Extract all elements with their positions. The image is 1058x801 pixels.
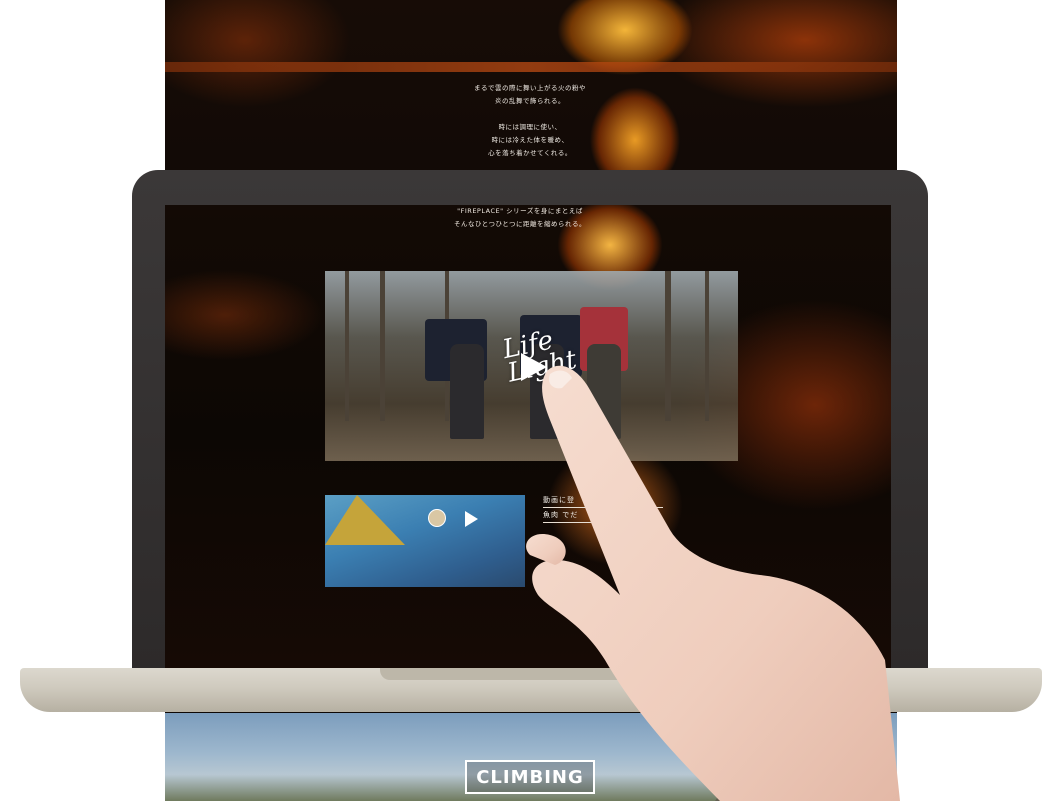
page-copy-line: 心を落ち着かせてくれる。: [488, 149, 572, 157]
page-copy: まるで雲の際に舞い上がる火の粉や 炎の乱舞で飾られる。 時には調理に使い、 時に…: [365, 82, 695, 160]
page-copy-line: [365, 108, 695, 121]
tree: [380, 271, 385, 421]
screen-copy: "FIREPLACE" シリーズを身にまとえば そんなひとつひとつに距離を縮めら…: [390, 205, 650, 231]
tree: [345, 271, 349, 421]
screen-copy-line: "FIREPLACE" シリーズを身にまとえば: [457, 207, 583, 215]
tent: [325, 495, 405, 545]
page-copy-line: 炎の乱舞で飾られる。: [495, 97, 565, 105]
climber: [450, 344, 484, 439]
page-copy-line: 時には冷えた体を暖め、: [491, 136, 569, 144]
avatar: [428, 509, 446, 527]
play-icon[interactable]: [465, 511, 478, 527]
ember-band: [165, 62, 897, 72]
page-copy-line: 時には調理に使い、: [498, 123, 562, 131]
screen-copy-line: そんなひとつひとつに距離を縮められる。: [453, 220, 587, 228]
page-copy-line: まるで雲の際に舞い上がる火の粉や: [474, 84, 586, 92]
hand-pointer: [526, 365, 900, 801]
video-thumbnail[interactable]: [325, 495, 525, 587]
